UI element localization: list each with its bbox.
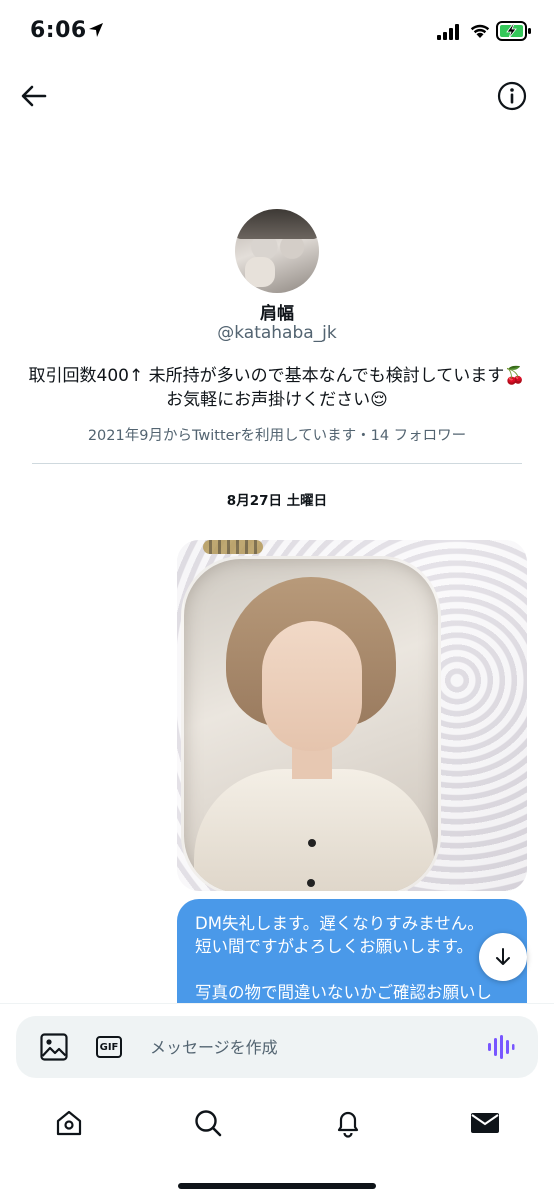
conversation-header: [0, 70, 554, 120]
profile-meta: 2021年9月からTwitterを利用しています・14 フォロワー: [87, 428, 467, 444]
photo-card-image: [181, 556, 441, 891]
bell-icon: [337, 1111, 359, 1138]
message-line: DM失礼します。遅くなりすみません。: [195, 914, 484, 933]
profile-bio: 取引回数400↑ 未所持が多いので基本なんでも検討しています🍒 お気軽にお声掛け…: [20, 364, 534, 412]
composer-area: GIF: [0, 1003, 554, 1090]
conversation-info-button[interactable]: [494, 78, 530, 114]
image-icon: [40, 1033, 68, 1061]
mail-icon: [471, 1113, 499, 1133]
bottom-tab-bar: [0, 1089, 554, 1200]
location-arrow-icon: [88, 22, 104, 42]
back-button[interactable]: [16, 78, 52, 114]
home-icon: [56, 1110, 82, 1136]
info-icon: [497, 81, 527, 111]
divider: [32, 463, 522, 464]
wifi-icon: [469, 22, 491, 43]
message-line: [195, 958, 509, 981]
message-composer: GIF: [16, 1016, 538, 1078]
tab-home[interactable]: [51, 1105, 87, 1141]
arrow-down-icon: [496, 948, 510, 965]
avatar[interactable]: [235, 209, 319, 293]
back-arrow-icon: [21, 85, 47, 107]
home-indicator: [178, 1183, 376, 1189]
status-time: 6:06: [30, 18, 87, 43]
date-separator: 8月27日 土曜日: [226, 493, 328, 509]
scroll-to-bottom-button[interactable]: [479, 933, 527, 981]
profile-handle[interactable]: @katahaba_jk: [0, 323, 554, 343]
voice-wave-icon: [488, 1035, 515, 1059]
battery-charging-icon: [496, 21, 532, 45]
search-icon: [195, 1110, 222, 1137]
signal-icon: [437, 24, 461, 44]
status-bar: 6:06: [0, 0, 554, 70]
tab-notifications[interactable]: [330, 1105, 366, 1141]
profile-display-name[interactable]: 肩幅: [0, 299, 554, 324]
profile-bio-line: お気軽にお声掛けください😌: [166, 390, 388, 410]
tab-search[interactable]: [190, 1105, 226, 1141]
voice-message-button[interactable]: [484, 1030, 518, 1064]
profile-bio-line: 取引回数400↑ 未所持が多いので基本なんでも検討しています🍒: [28, 366, 526, 386]
message-line: 写真の物で間違いないかご確認お願いし: [195, 983, 492, 1002]
gif-icon: GIF: [96, 1036, 122, 1058]
photo-message[interactable]: [177, 540, 527, 891]
add-gif-button[interactable]: GIF: [94, 1033, 124, 1061]
message-line: 短い間ですがよろしくお願いします。: [195, 937, 474, 956]
message-input[interactable]: [150, 1028, 470, 1066]
tab-messages[interactable]: [467, 1105, 503, 1141]
add-image-button[interactable]: [38, 1031, 70, 1063]
